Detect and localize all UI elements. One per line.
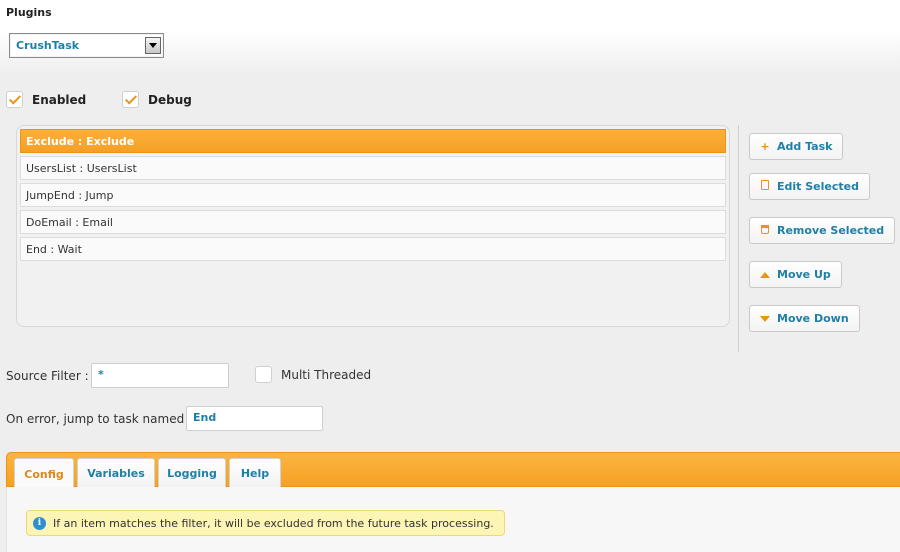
multi-threaded-checkbox[interactable]: [255, 366, 272, 383]
task-list-item[interactable]: End : Wait: [20, 237, 726, 261]
task-list-item[interactable]: Exclude : Exclude: [20, 129, 726, 153]
enabled-checkbox[interactable]: [6, 91, 23, 108]
trash-icon: [758, 224, 772, 237]
source-filter-input[interactable]: *: [91, 363, 229, 388]
move-down-label: Move Down: [777, 312, 849, 325]
document-icon: [758, 180, 772, 193]
move-down-button[interactable]: Move Down: [749, 305, 860, 332]
enabled-label: Enabled: [32, 92, 87, 107]
multi-threaded-label: Multi Threaded: [281, 367, 372, 382]
plus-icon: +: [760, 140, 770, 153]
debug-label: Debug: [148, 92, 192, 107]
multi-threaded-option[interactable]: Multi Threaded: [255, 366, 371, 383]
on-error-label: On error, jump to task named :: [6, 412, 193, 426]
task-list-item[interactable]: UsersList : UsersList: [20, 156, 726, 180]
enabled-option[interactable]: Enabled: [6, 91, 86, 108]
add-task-button[interactable]: + Add Task: [749, 133, 844, 160]
triangle-up-icon: [758, 268, 772, 281]
task-list-item[interactable]: DoEmail : Email: [20, 210, 726, 234]
on-error-input[interactable]: End: [186, 406, 323, 431]
tab-help[interactable]: Help: [229, 458, 281, 488]
tab-variables[interactable]: Variables: [77, 458, 155, 488]
remove-selected-button[interactable]: Remove Selected: [749, 217, 896, 244]
plugin-select-value: CrushTask: [16, 39, 80, 52]
task-list-item[interactable]: JumpEnd : Jump: [20, 183, 726, 207]
debug-option[interactable]: Debug: [122, 91, 192, 108]
add-task-label: Add Task: [777, 140, 833, 153]
edit-selected-label: Edit Selected: [777, 180, 859, 193]
info-message-text: If an item matches the filter, it will b…: [53, 516, 494, 530]
info-icon: i: [33, 516, 46, 530]
debug-checkbox[interactable]: [122, 91, 139, 108]
plugin-select[interactable]: CrushTask: [9, 33, 164, 58]
move-up-label: Move Up: [777, 268, 831, 281]
tab-logging[interactable]: Logging: [158, 458, 226, 488]
remove-selected-label: Remove Selected: [777, 224, 885, 237]
dropdown-button[interactable]: [145, 37, 161, 54]
tab-bar: Config Variables Logging Help: [6, 452, 900, 489]
edit-selected-button[interactable]: Edit Selected: [749, 173, 870, 200]
divider: [738, 125, 739, 352]
task-list[interactable]: Exclude : Exclude UsersList : UsersList …: [16, 125, 730, 327]
info-message: i If an item matches the filter, it will…: [26, 510, 505, 536]
chevron-down-icon: [149, 43, 157, 48]
source-filter-label: Source Filter :: [6, 369, 89, 383]
move-up-button[interactable]: Move Up: [749, 261, 842, 288]
triangle-down-icon: [758, 312, 772, 325]
tab-config[interactable]: Config: [14, 458, 74, 489]
page-title: Plugins: [6, 6, 52, 19]
